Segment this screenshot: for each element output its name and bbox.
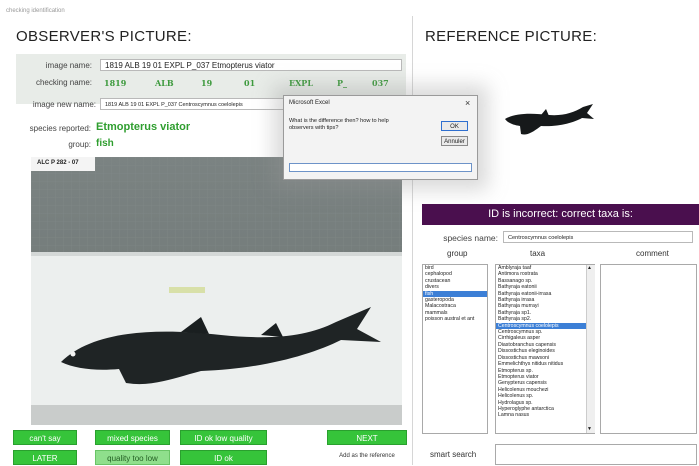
reference-shark-image [505, 104, 594, 135]
dialog-close-icon[interactable]: × [465, 98, 470, 108]
taxa-scrollbar[interactable] [586, 265, 595, 433]
comment-column-header: comment [636, 249, 669, 258]
checking-type[interactable]: EXPL [289, 78, 313, 88]
checking-index[interactable]: 037 [372, 78, 389, 88]
mixed-species-button[interactable]: mixed species [95, 430, 170, 445]
dialog-input[interactable] [289, 163, 472, 172]
checking-site[interactable]: ALB [155, 78, 174, 88]
taxa-column-header: taxa [530, 249, 546, 258]
species-reported-label: species reported: [29, 124, 91, 133]
result-banner: ID is incorrect: correct taxa is: [422, 204, 699, 225]
group-value: fish [96, 138, 114, 149]
reference-heading: REFERENCE PICTURE: [425, 28, 598, 45]
checking-name-label: checking name: [35, 78, 92, 87]
species-name-label: species name: [443, 233, 498, 243]
observer-photo: ALC P 282 - 07 [31, 157, 402, 425]
group-label: group: [68, 140, 91, 149]
species-reported-value: Etmopterus viator [96, 121, 191, 133]
image-new-name-field[interactable]: 1819 ALB 19 01 EXPL P_037 Centroscymnus … [100, 98, 290, 110]
group-column-header: group [447, 249, 468, 258]
group-listbox[interactable]: bird cephalopod crustacean divers fish gaster… [422, 264, 488, 434]
taxa-listbox[interactable]: Amblyraja taaf Antimora rostrata Bassanago… [495, 264, 595, 434]
excel-dialog: Microsoft Excel × What is the difference… [283, 95, 478, 180]
dialog-message: What is the difference then? how to help… [289, 118, 389, 131]
add-reference-button[interactable]: Add as the reference [327, 453, 407, 459]
shark-photo-image [31, 157, 402, 425]
quality-too-low-button[interactable]: quality too low [95, 450, 170, 465]
checking-number-1[interactable]: 19 [201, 78, 212, 88]
image-name-label: image name: [45, 61, 92, 70]
smart-search-input[interactable] [495, 444, 697, 465]
dialog-cancel-button[interactable]: Annuler [441, 136, 468, 146]
comment-box[interactable] [600, 264, 697, 434]
scroll-down-icon[interactable]: ▼ [587, 426, 592, 432]
smart-search-label: smart search [430, 450, 477, 459]
id-ok-low-quality-button[interactable]: ID ok low quality [180, 430, 267, 445]
id-ok-button[interactable]: ID ok [180, 450, 267, 465]
panel-divider [412, 16, 413, 465]
checking-year[interactable]: 1819 [104, 78, 126, 88]
image-name-field[interactable]: 1819 ALB 19 01 EXPL P_037 Etmopterus via… [100, 59, 402, 71]
window-title: checking identification [6, 8, 65, 14]
observer-heading: OBSERVER'S PICTURE: [16, 28, 192, 45]
scroll-up-icon[interactable]: ▲ [587, 265, 592, 271]
species-name-field[interactable]: Centroscymnus coelolepis [503, 231, 693, 243]
later-button[interactable]: LATER [13, 450, 77, 465]
taxa-list-item[interactable]: Lamna nasus [496, 412, 586, 418]
group-list-item[interactable]: poisson austral et ant [423, 316, 487, 322]
dialog-ok-button[interactable]: OK [441, 121, 468, 131]
image-new-name-label: image new name: [32, 100, 96, 109]
cant-say-button[interactable]: can't say [13, 430, 77, 445]
checking-number-2[interactable]: 01 [244, 78, 255, 88]
next-button[interactable]: NEXT [327, 430, 407, 445]
photo-tag: ALC P 282 - 07 [37, 160, 79, 166]
checking-prefix[interactable]: P_ [337, 78, 347, 88]
dialog-title: Microsoft Excel [289, 100, 330, 106]
